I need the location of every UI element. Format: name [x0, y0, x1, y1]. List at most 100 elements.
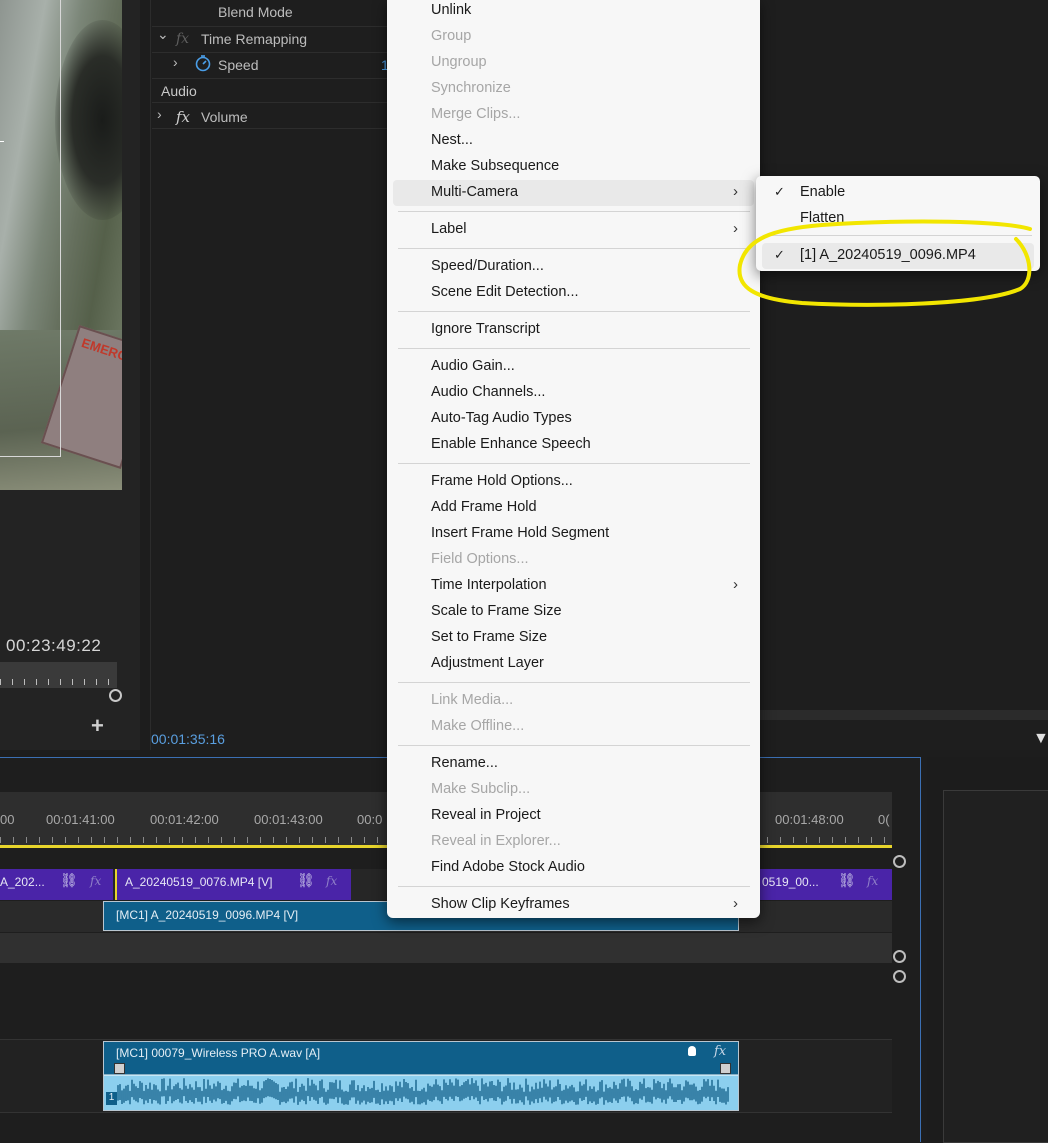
track-divider — [0, 933, 892, 963]
menu-item-adjustment-layer[interactable]: Adjustment Layer — [393, 651, 754, 677]
ruler-label: 00 — [0, 812, 15, 827]
menu-item-scene-edit-detection[interactable]: Scene Edit Detection... — [393, 280, 754, 306]
stopwatch-icon[interactable] — [194, 54, 212, 72]
menu-item-label: Unlink — [431, 2, 472, 18]
ruler-label: 00:01:42:00 — [150, 812, 219, 827]
menu-item-audio-channels[interactable]: Audio Channels... — [393, 380, 754, 406]
video-clip[interactable]: 0519_00... ⛓ fx — [760, 869, 892, 900]
annotation-circle — [737, 219, 1032, 307]
menu-item-link-media: Link Media... — [393, 688, 754, 714]
filter-icon[interactable]: ▼ — [1033, 730, 1048, 748]
fx-toggle-icon[interactable]: fx — [176, 108, 190, 126]
chevron-right-icon: › — [733, 895, 738, 912]
fx-badge-icon[interactable]: fx — [867, 874, 878, 888]
clip-label: A_20240519_0076.MP4 [V] — [125, 875, 273, 889]
blend-mode-label: Blend Mode — [218, 4, 293, 20]
menu-item-label: Show Clip Keyframes — [431, 896, 570, 912]
menu-item-reveal-in-project[interactable]: Reveal in Project — [393, 803, 754, 829]
menu-item-field-options: Field Options... — [393, 547, 754, 573]
expand-icon[interactable]: › — [173, 54, 178, 70]
preview-crosshair — [0, 141, 4, 142]
menu-item-multi-camera[interactable]: Multi-Camera › — [393, 180, 754, 206]
zoom-scroll-handle[interactable] — [109, 689, 122, 702]
menu-item-label: Reveal in Explorer... — [431, 833, 561, 849]
chevron-right-icon: › — [733, 183, 738, 200]
track-height-handle[interactable] — [893, 970, 906, 983]
program-monitor: EMERG 00:23:49:22 + — [0, 0, 140, 750]
checkmark-icon: ✓ — [774, 184, 785, 199]
menu-item-insert-frame-hold-segment[interactable]: Insert Frame Hold Segment — [393, 521, 754, 547]
menu-separator — [398, 311, 750, 312]
menu-item-label: Insert Frame Hold Segment — [431, 525, 610, 541]
effect-controls-scrollbar[interactable] — [760, 710, 1048, 720]
menu-item-add-frame-hold[interactable]: Add Frame Hold — [393, 495, 754, 521]
menu-item-group: Group — [393, 24, 754, 50]
video-preview: EMERG — [0, 0, 122, 490]
microphone-icon[interactable] — [688, 1046, 696, 1056]
menu-item-label: Merge Clips... — [431, 106, 521, 122]
ruler-label: 00:01:41:00 — [46, 812, 115, 827]
fx-badge-icon[interactable]: fx — [90, 874, 101, 888]
timeline-zoom-handle[interactable] — [893, 855, 906, 868]
menu-item-auto-tag-audio-types[interactable]: Auto-Tag Audio Types — [393, 406, 754, 432]
menu-separator — [398, 886, 750, 887]
menu-item-label: Auto-Tag Audio Types — [431, 410, 572, 426]
keyframe-handle-right[interactable] — [720, 1063, 731, 1074]
menu-item-make-subclip: Make Subclip... — [393, 777, 754, 803]
add-button[interactable]: + — [91, 713, 104, 739]
menu-item-time-interpolation[interactable]: Time Interpolation › — [393, 573, 754, 599]
monitor-time-ruler[interactable] — [0, 662, 117, 688]
ruler-label: 00:01:48:00 — [775, 812, 844, 827]
audio-meter-panel — [927, 757, 1048, 1143]
clip-label: 0519_00... — [762, 875, 819, 889]
menu-item-scale-to-frame-size[interactable]: Scale to Frame Size — [393, 599, 754, 625]
fx-toggle-icon[interactable]: fx — [176, 31, 189, 47]
menu-item-enable[interactable]: ✓ Enable — [762, 180, 1034, 206]
collapse-icon[interactable]: ⌄ — [157, 26, 169, 43]
menu-item-label: Find Adobe Stock Audio — [431, 859, 585, 875]
menu-item-label: Ungroup — [431, 54, 487, 70]
menu-item-ungroup: Ungroup — [393, 50, 754, 76]
menu-item-label: Audio Channels... — [431, 384, 546, 400]
menu-separator — [398, 745, 750, 746]
expand-icon[interactable]: › — [157, 106, 162, 122]
preview-blur — [55, 20, 122, 220]
menu-item-speed-duration[interactable]: Speed/Duration... — [393, 254, 754, 280]
menu-item-label: Label — [431, 221, 467, 237]
menu-item-show-clip-keyframes[interactable]: Show Clip Keyframes › — [393, 892, 754, 918]
keyframe-handle-left[interactable] — [114, 1063, 125, 1074]
menu-item-synchronize: Synchronize — [393, 76, 754, 102]
effect-controls-timecode[interactable]: 00:01:35:16 — [151, 731, 225, 747]
menu-separator — [398, 463, 750, 464]
video-clip[interactable]: A_20240519_0076.MP4 [V] ⛓ fx — [115, 869, 351, 900]
playhead-timecode[interactable]: 00:23:49:22 — [6, 636, 101, 656]
fx-badge-icon[interactable]: fx — [326, 874, 337, 888]
video-clip[interactable]: A_202... ⛓ fx — [0, 869, 113, 900]
multicam-audio-clip[interactable]: [MC1] 00079_Wireless PRO A.wav [A] fx 1 — [103, 1041, 739, 1111]
menu-separator — [398, 248, 750, 249]
menu-item-audio-gain[interactable]: Audio Gain... — [393, 354, 754, 380]
menu-item-set-to-frame-size[interactable]: Set to Frame Size — [393, 625, 754, 651]
audio-channel-number: 1 — [106, 1092, 117, 1105]
menu-item-make-offline: Make Offline... — [393, 714, 754, 740]
fx-badge-icon[interactable]: fx — [714, 1044, 726, 1059]
menu-item-nest[interactable]: Nest... — [393, 128, 754, 154]
menu-item-label[interactable]: Label › — [393, 217, 754, 243]
menu-item-unlink[interactable]: Unlink — [393, 0, 754, 24]
menu-item-ignore-transcript[interactable]: Ignore Transcript — [393, 317, 754, 343]
menu-item-label: Enable Enhance Speech — [431, 436, 591, 452]
menu-item-make-subsequence[interactable]: Make Subsequence — [393, 154, 754, 180]
track-height-handle[interactable] — [893, 950, 906, 963]
menu-separator — [398, 682, 750, 683]
ruler-label: 0( — [878, 812, 890, 827]
menu-item-enable-enhance-speech[interactable]: Enable Enhance Speech — [393, 432, 754, 458]
menu-item-rename[interactable]: Rename... — [393, 751, 754, 777]
link-icon: ⛓ — [297, 872, 315, 888]
menu-item-label: Make Subclip... — [431, 781, 531, 797]
menu-item-label: Nest... — [431, 132, 473, 148]
menu-item-label: Scene Edit Detection... — [431, 284, 579, 300]
menu-item-label: Enable — [800, 184, 846, 200]
menu-item-frame-hold-options[interactable]: Frame Hold Options... — [393, 469, 754, 495]
safe-margin-guide — [0, 0, 61, 457]
menu-item-find-adobe-stock-audio[interactable]: Find Adobe Stock Audio — [393, 855, 754, 881]
